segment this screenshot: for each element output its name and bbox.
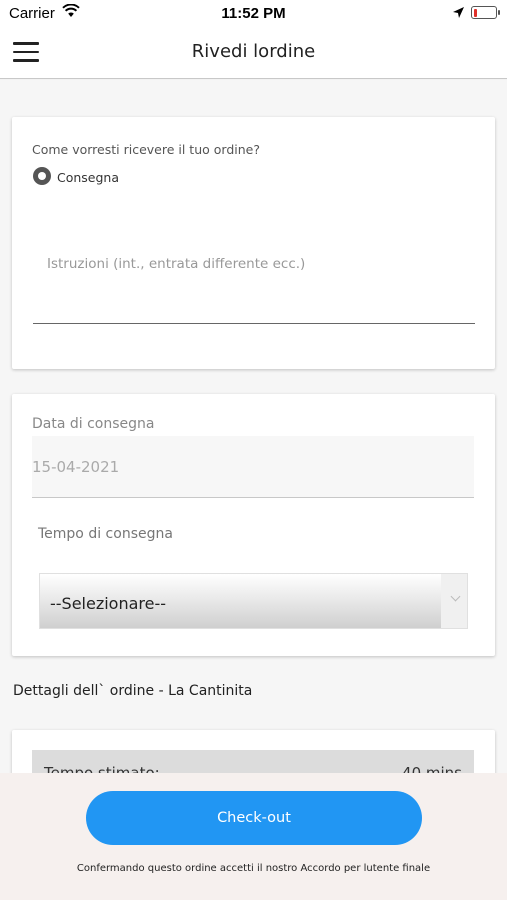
- delivery-time-selected: --Selezionare--: [50, 594, 167, 613]
- terms-text: Confermando questo ordine accetti il nos…: [76, 863, 431, 874]
- order-details-title: Dettagli dell` ordine - La Cantinita: [13, 683, 253, 699]
- delivery-schedule-card: Data di consegna Tempo di consegna --Sel…: [12, 394, 495, 656]
- estimated-time-label: Tempo stimato:: [44, 764, 160, 773]
- delivery-time-select[interactable]: --Selezionare--: [39, 573, 468, 629]
- select-arrow-box: [441, 574, 467, 628]
- delivery-question: Come vorresti ricevere il tuo ordine?: [32, 142, 260, 157]
- status-bar: Carrier 11:52 PM: [0, 0, 507, 28]
- instructions-input[interactable]: [33, 242, 475, 324]
- delivery-radio-button[interactable]: [33, 167, 51, 185]
- estimated-time-row: Tempo stimato: 40 mins: [32, 750, 474, 773]
- checkout-button[interactable]: Check-out: [86, 791, 422, 845]
- delivery-method-card: Come vorresti ricevere il tuo ordine? Co…: [12, 117, 495, 369]
- location-arrow-icon: [453, 7, 464, 18]
- delivery-date-label: Data di consegna: [32, 416, 155, 432]
- estimated-time-value: 40 mins: [402, 764, 462, 773]
- delivery-time-label: Tempo di consegna: [38, 526, 173, 542]
- checkout-footer: Check-out Confermando questo ordine acce…: [0, 773, 507, 900]
- delivery-date-field[interactable]: [32, 436, 474, 498]
- clock: 11:52 PM: [221, 5, 286, 22]
- battery-low-icon: [471, 6, 500, 19]
- order-details-card: Tempo stimato: 40 mins: [12, 730, 495, 773]
- delivery-option-label[interactable]: Consegna: [57, 170, 119, 185]
- nav-bar: Rivedi lordine: [0, 28, 507, 79]
- page-title: Rivedi lordine: [191, 41, 316, 62]
- review-order-content[interactable]: Come vorresti ricevere il tuo ordine? Co…: [0, 80, 507, 773]
